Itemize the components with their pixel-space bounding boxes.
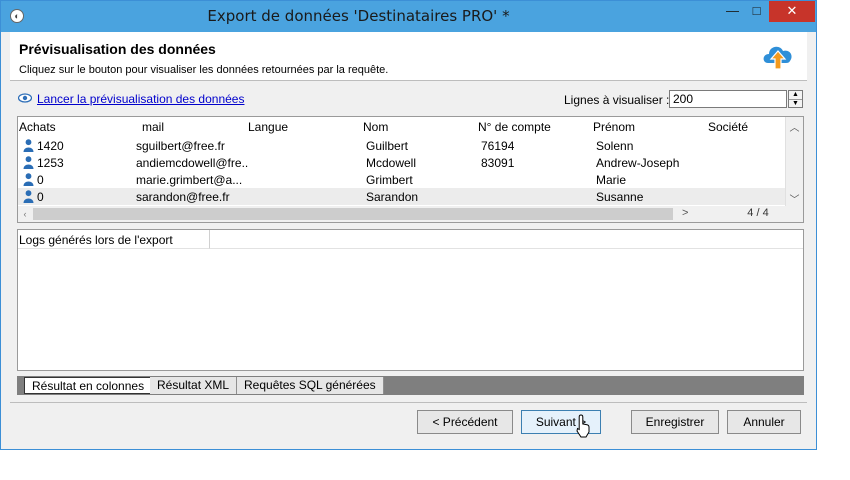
column-header[interactable]: Société: [708, 120, 748, 134]
header-separator: [10, 80, 807, 81]
horizontal-scrollbar[interactable]: ‹ > 4 / 4: [18, 206, 803, 222]
scroll-down-icon[interactable]: ﹀: [786, 191, 803, 206]
vertical-scrollbar[interactable]: ︿ ﹀: [785, 117, 803, 207]
tab-result-xml[interactable]: Résultat XML: [150, 377, 238, 394]
previous-button[interactable]: < Précédent: [417, 410, 513, 434]
mouse-cursor-icon: [576, 414, 590, 438]
cancel-button[interactable]: Annuler: [727, 410, 801, 434]
cell-nom: Grimbert: [366, 173, 413, 187]
scroll-up-icon[interactable]: ︿: [786, 119, 803, 134]
scroll-right-icon[interactable]: >: [682, 207, 688, 219]
spin-down-icon[interactable]: ▼: [789, 100, 802, 108]
cell-achats: 0: [37, 190, 44, 204]
cell-prenom: Andrew-Joseph: [596, 156, 680, 170]
window-title: Export de données 'Destinataires PRO' *: [207, 7, 510, 25]
minimize-button[interactable]: —: [719, 1, 746, 22]
cell-nom: Sarandon: [366, 190, 419, 204]
cell-prenom: Marie: [596, 173, 627, 187]
scroll-thumb[interactable]: [33, 208, 673, 220]
launch-preview-link[interactable]: Lancer la prévisualisation des données: [37, 92, 244, 106]
page-subtitle: Cliquez sur le bouton pour visualiser le…: [19, 64, 389, 76]
title-bar: ◐ Export de données 'Destinataires PRO' …: [1, 1, 816, 32]
column-header[interactable]: N° de compte: [478, 120, 551, 134]
eye-icon: [18, 93, 32, 103]
person-icon: [23, 190, 34, 203]
table-row[interactable]: 1253 andiemcdowell@fre.. Mcdowell 83091 …: [18, 154, 786, 171]
footer-separator: [10, 402, 807, 403]
wizard-header: Prévisualisation des données Cliquez sur…: [10, 32, 807, 80]
save-button[interactable]: Enregistrer: [631, 410, 719, 434]
result-tabs: Résultat en colonnes Résultat XML Requêt…: [17, 376, 804, 395]
person-icon: [23, 139, 34, 152]
maximize-button[interactable]: □: [743, 1, 770, 22]
cell-mail: marie.grimbert@a...: [136, 173, 243, 187]
preview-grid[interactable]: Achats mail Langue Nom N° de compte Prén…: [17, 116, 804, 223]
column-header[interactable]: mail: [142, 120, 164, 134]
logs-header-label: Logs générés lors de l'export: [19, 233, 173, 247]
lines-to-view-label: Lignes à visualiser :: [564, 93, 670, 107]
table-row[interactable]: 0 sarandon@free.fr Sarandon Susanne: [18, 188, 786, 205]
export-wizard-window: ◐ Export de données 'Destinataires PRO' …: [0, 0, 817, 450]
grid-header: Achats mail Langue Nom N° de compte Prén…: [18, 117, 786, 135]
person-icon: [23, 173, 34, 186]
row-count: 4 / 4: [747, 207, 769, 219]
column-header[interactable]: Achats: [19, 120, 56, 134]
close-button[interactable]: ✕: [769, 1, 815, 22]
lines-spinner[interactable]: ▲ ▼: [788, 90, 803, 108]
cell-nom: Guilbert: [366, 139, 409, 153]
cell-nom: Mcdowell: [366, 156, 417, 170]
logs-panel[interactable]: Logs générés lors de l'export: [17, 229, 804, 371]
cell-achats: 0: [37, 173, 44, 187]
spin-up-icon[interactable]: ▲: [789, 91, 802, 100]
logs-header-filler: [210, 230, 803, 249]
cell-prenom: Susanne: [596, 190, 644, 204]
lines-to-view-input[interactable]: [669, 90, 787, 108]
cell-prenom: Solenn: [596, 139, 634, 153]
logs-header: Logs générés lors de l'export: [18, 230, 210, 249]
cell-compte: 83091: [481, 156, 515, 170]
tab-result-columns[interactable]: Résultat en colonnes: [24, 377, 153, 394]
column-header[interactable]: Prénom: [593, 120, 635, 134]
table-row[interactable]: 1420 sguilbert@free.fr Guilbert 76194 So…: [18, 137, 786, 154]
cell-achats: 1253: [37, 156, 64, 170]
tab-sql-queries[interactable]: Requêtes SQL générées: [237, 377, 384, 394]
cell-mail: sarandon@free.fr: [136, 190, 230, 204]
table-row[interactable]: 0 marie.grimbert@a... Grimbert Marie: [18, 171, 786, 188]
cell-mail: sguilbert@free.fr: [136, 139, 225, 153]
page-title: Prévisualisation des données: [19, 41, 216, 57]
cell-mail: andiemcdowell@fre..: [136, 156, 248, 170]
person-icon: [23, 156, 34, 169]
cell-achats: 1420: [37, 139, 64, 153]
cell-compte: 76194: [481, 139, 515, 153]
column-header[interactable]: Nom: [363, 120, 388, 134]
column-header[interactable]: Langue: [248, 120, 288, 134]
cloud-upload-icon: [763, 46, 792, 70]
scroll-left-icon[interactable]: ‹: [18, 209, 32, 219]
